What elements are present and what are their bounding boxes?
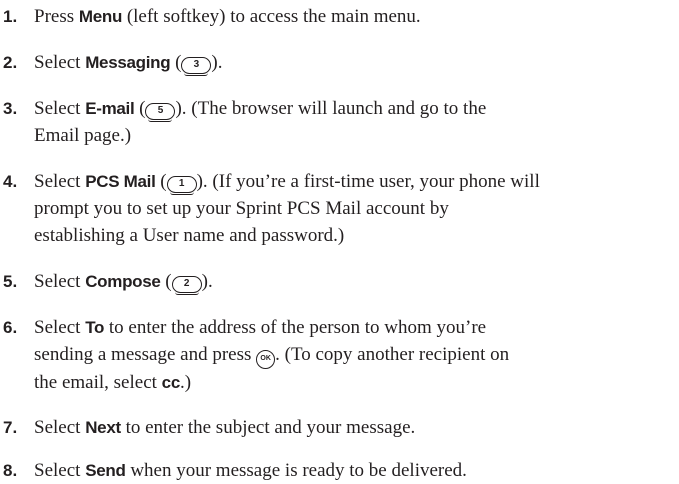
step-line: prompt you to set up your Sprint PCS Mai… <box>34 195 674 222</box>
step-text-run: ). (If you’re a first-time user, your ph… <box>196 171 540 192</box>
step-text-run: Email page.) <box>34 125 132 146</box>
step-text-run: ). <box>211 52 223 73</box>
keypad-3-key-icon: 3 <box>181 57 212 76</box>
step-text-run: ). <box>201 271 213 292</box>
next-term: Next <box>85 418 121 437</box>
step-text-run: establishing a User name and password.) <box>34 225 345 246</box>
step-text-run: Press <box>34 6 79 27</box>
step-number: 1. <box>3 7 18 26</box>
step-text-run: ( <box>170 52 182 73</box>
step-line: establishing a User name and password.) <box>34 222 674 249</box>
step-text-run: Select <box>34 98 86 119</box>
step-number: 6. <box>3 318 18 337</box>
step-text: Select Messaging (3). <box>34 49 674 76</box>
step-text-run: the email, select <box>34 372 162 393</box>
step-text-run: sending a message and press <box>34 344 257 365</box>
step-text: Press Menu (left softkey) to access the … <box>34 3 674 30</box>
step-text-run: ). (The browser will launch and go to th… <box>175 98 487 119</box>
step-text-run: when your message is ready to be deliver… <box>125 460 467 481</box>
step-text-run: Select <box>34 317 86 338</box>
step-line: Select Send when your message is ready t… <box>34 457 674 484</box>
step-number: 2. <box>3 53 18 72</box>
step-text: Select Compose (2). <box>34 268 674 295</box>
step-text: Select Next to enter the subject and you… <box>34 414 674 441</box>
to-term: To <box>85 318 105 337</box>
step-line: Select Compose (2). <box>34 268 674 295</box>
step-line: Email page.) <box>34 122 674 149</box>
cc-term: cc <box>161 373 181 392</box>
step-line: Press Menu (left softkey) to access the … <box>34 3 674 30</box>
step-line: the email, select cc.) <box>34 369 674 396</box>
step-text-run: (left softkey) to access the main menu. <box>122 6 421 27</box>
step-text: Select PCS Mail (1). (If you’re a first-… <box>34 168 674 249</box>
keypad-2-key-icon: 2 <box>171 276 202 295</box>
compose-term: Compose <box>85 272 161 291</box>
menu-term: Menu <box>78 7 123 26</box>
step-text-run: Select <box>34 417 86 438</box>
step-text-run: Select <box>34 52 86 73</box>
step-number: 8. <box>3 461 18 480</box>
step-text-run: Select <box>34 171 86 192</box>
step-number: 7. <box>3 418 18 437</box>
messaging-term: Messaging <box>85 53 171 72</box>
instruction-steps: 1. Press Menu (left softkey) to access t… <box>0 0 679 484</box>
step-text-run: ( <box>160 271 172 292</box>
step-text-run: to enter the address of the person to wh… <box>104 317 487 338</box>
step-text-run: prompt you to set up your Sprint PCS Mai… <box>34 198 449 219</box>
step-line: Select PCS Mail (1). (If you’re a first-… <box>34 168 674 195</box>
step-text-run: Select <box>34 460 86 481</box>
step-text: Select Send when your message is ready t… <box>34 457 674 484</box>
step-text-run: Select <box>34 271 86 292</box>
step-text-run: ( <box>134 98 146 119</box>
step-text: Select To to enter the address of the pe… <box>34 314 674 396</box>
step-text: Select E-mail (5). (The browser will lau… <box>34 95 674 149</box>
step-line: Select Messaging (3). <box>34 49 674 76</box>
step-text-run: to enter the subject and your message. <box>120 417 416 438</box>
email-term: E-mail <box>85 99 135 118</box>
ok-key-icon: OK <box>256 350 276 369</box>
keypad-5-key-icon: 5 <box>145 103 176 122</box>
step-text-run: ( <box>155 171 167 192</box>
step-line: Select Next to enter the subject and you… <box>34 414 674 441</box>
step-line: Select To to enter the address of the pe… <box>34 314 674 341</box>
pcs-mail-term: PCS Mail <box>85 172 156 191</box>
step-line: sending a message and press OK. (To copy… <box>34 341 674 369</box>
step-text-run: .) <box>179 372 192 393</box>
send-term: Send <box>85 461 126 480</box>
step-number: 3. <box>3 99 18 118</box>
step-text-run: . (To copy another recipient on <box>275 344 510 365</box>
step-number: 4. <box>3 172 18 191</box>
step-number: 5. <box>3 272 18 291</box>
step-line: Select E-mail (5). (The browser will lau… <box>34 95 674 122</box>
keypad-1-key-icon: 1 <box>166 176 197 195</box>
